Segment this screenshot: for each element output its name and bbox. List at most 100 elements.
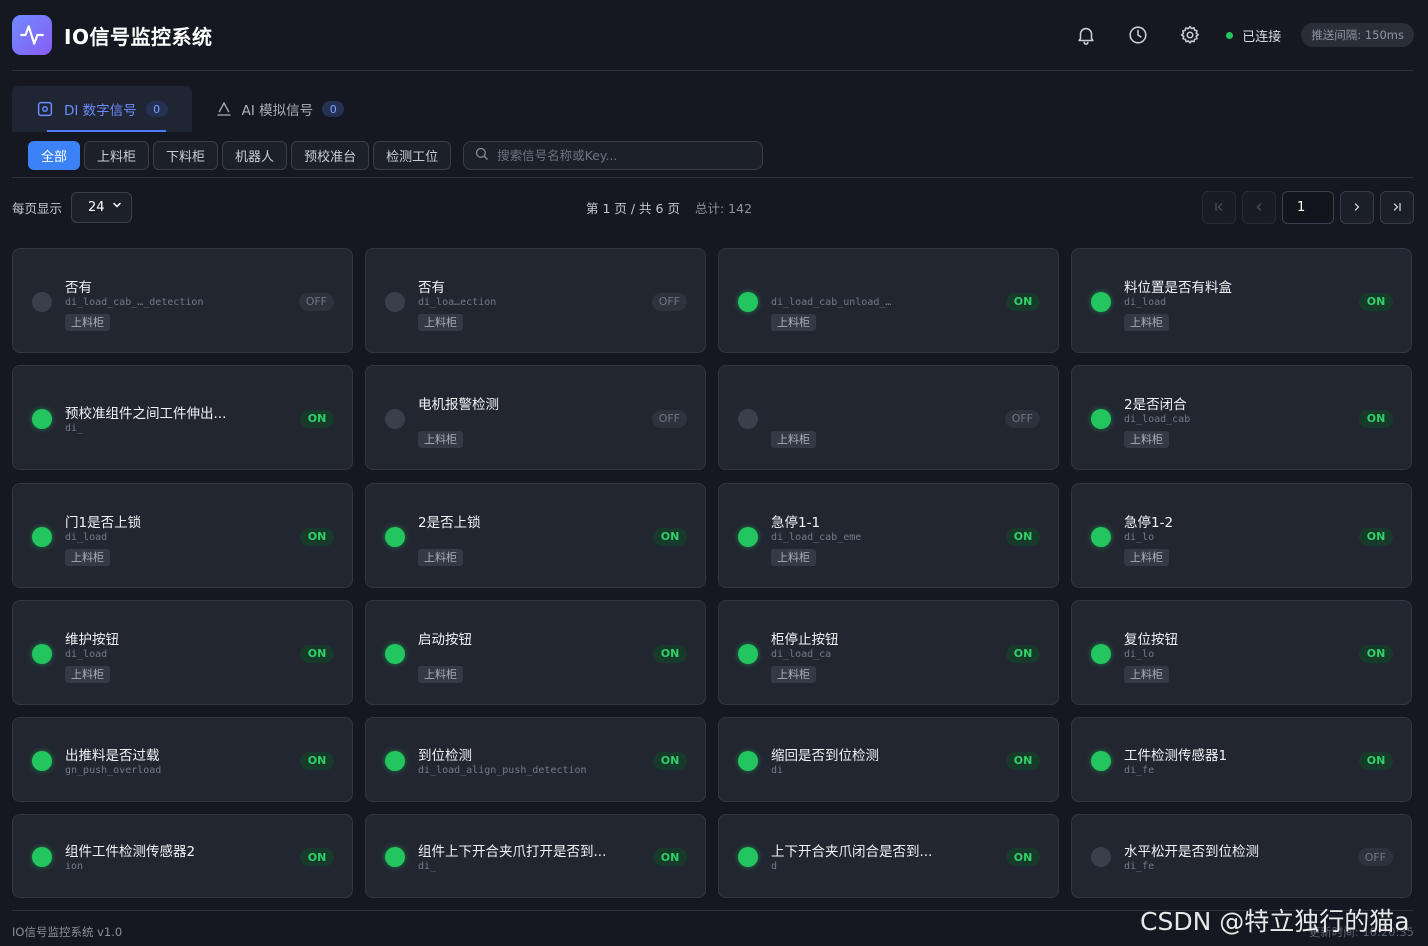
- first-page-icon: [1215, 202, 1223, 212]
- signal-card[interactable]: 急停1-2 di_lo 上料柜 ON: [1071, 483, 1412, 588]
- tab-ai-signals[interactable]: AI 模拟信号 0: [192, 86, 369, 132]
- signal-group-tag: 上料柜: [418, 548, 463, 566]
- version-label: IO信号监控系统 v1.0: [12, 925, 123, 939]
- signal-card[interactable]: 否有 di_loa…ection 上料柜 OFF: [365, 248, 706, 353]
- status-led-icon: [1091, 526, 1111, 547]
- search-box[interactable]: [463, 141, 764, 170]
- next-page-button[interactable]: [1340, 190, 1374, 224]
- signal-group-tag: 上料柜: [65, 548, 110, 566]
- page-number-input[interactable]: 1: [1282, 190, 1334, 224]
- signal-card[interactable]: 到位检测 di_load_align_push_detection ON: [365, 717, 706, 802]
- status-badge: ON: [1006, 751, 1040, 770]
- signal-card[interactable]: 组件上下开合夹爪打开是否到... di_ ON: [365, 814, 706, 898]
- signal-key: d: [771, 861, 778, 872]
- signal-card[interactable]: 预校准组件之间工件伸出... di_ ON: [12, 365, 353, 470]
- signal-group-tag: 上料柜: [771, 313, 816, 331]
- signal-key: di_fe: [1124, 861, 1155, 872]
- signal-name: 门1是否上锁: [65, 514, 142, 531]
- first-page-button[interactable]: [1202, 190, 1236, 224]
- status-badge: OFF: [1357, 848, 1393, 866]
- status-badge: ON: [653, 644, 687, 663]
- status-led-icon: [32, 847, 52, 867]
- status-badge: ON: [1006, 292, 1040, 311]
- signal-card[interactable]: 柜停止按钮 di_load_ca 上料柜 ON: [718, 600, 1059, 705]
- signal-name: 组件上下开合夹爪打开是否到...: [418, 844, 607, 860]
- signal-card[interactable]: 料位置是否有料盒 di_load 上料柜 ON: [1071, 248, 1412, 353]
- signal-group-tag: 上料柜: [418, 430, 463, 448]
- app-logo-icon: [12, 15, 52, 55]
- status-badge: ON: [1359, 292, 1393, 311]
- status-led-icon: [385, 408, 405, 429]
- signal-group-tag: 上料柜: [65, 313, 110, 331]
- tab-di-signals[interactable]: DI 数字信号 0: [12, 86, 192, 132]
- signal-card[interactable]: 出推料是否过载 gn_push_overload ON: [12, 717, 353, 802]
- app-title: IO信号监控系统: [64, 24, 213, 49]
- clock-icon[interactable]: [1126, 23, 1150, 47]
- status-led-icon: [738, 526, 758, 547]
- signal-group-tag: 上料柜: [771, 548, 816, 566]
- tab-label: DI 数字信号: [64, 103, 137, 119]
- signal-card[interactable]: 缩回是否到位检测 di ON: [718, 717, 1059, 802]
- signal-card[interactable]: 组件工件检测传感器2 ion ON: [12, 814, 353, 898]
- signal-name: 上下开合夹爪闭合是否到...: [771, 844, 933, 860]
- signal-card[interactable]: 上料柜 OFF: [718, 365, 1059, 470]
- signal-card[interactable]: 水平松开是否到位检测 di_fe OFF: [1071, 814, 1412, 898]
- status-led-icon: [738, 750, 758, 771]
- status-badge: ON: [653, 848, 687, 866]
- signal-card[interactable]: di_load_cab_unload_… 上料柜 ON: [718, 248, 1059, 353]
- filter-prealign-table[interactable]: 预校准台: [291, 141, 370, 170]
- status-led-icon: [1091, 847, 1111, 867]
- tab-count-badge: 0: [145, 101, 168, 117]
- filter-inspection-station[interactable]: 检测工位: [373, 141, 452, 170]
- header: IO信号监控系统 已连接 推送间隔: 150ms: [12, 0, 1414, 71]
- signal-card[interactable]: 维护按钮 di_load 上料柜 ON: [12, 600, 353, 705]
- signal-key: di_load_ca: [771, 648, 832, 660]
- signal-card[interactable]: 工件检测传感器1 di_fe ON: [1071, 717, 1412, 802]
- prev-page-button[interactable]: [1242, 190, 1276, 224]
- signal-card[interactable]: 2是否闭合 di_load_cab 上料柜 ON: [1071, 365, 1412, 470]
- signal-card[interactable]: 复位按钮 di_lo 上料柜 ON: [1071, 600, 1412, 705]
- connection-dot-icon: [1226, 31, 1234, 39]
- status-badge: ON: [300, 409, 334, 428]
- status-led-icon: [385, 643, 405, 664]
- per-page-select[interactable]: 24: [71, 191, 133, 223]
- signal-name: 出推料是否过载: [65, 747, 160, 764]
- signal-name: 柜停止按钮: [771, 631, 839, 648]
- signal-name: 组件工件检测传感器2: [65, 844, 196, 860]
- chip-icon: [36, 100, 54, 118]
- signal-card[interactable]: 否有 di_load_cab_…_detection 上料柜 OFF: [12, 248, 353, 353]
- signal-group-tag: 上料柜: [771, 665, 816, 683]
- pagination-bar: 每页显示 24 第 1 页 / 共 6 页 总计: 142 1: [12, 190, 1414, 224]
- signal-name: 料位置是否有料盒: [1124, 279, 1232, 296]
- search-icon: [474, 146, 489, 165]
- status-badge: ON: [300, 751, 334, 770]
- signal-card[interactable]: 门1是否上锁 di_load 上料柜 ON: [12, 483, 353, 588]
- status-led-icon: [738, 847, 758, 867]
- signal-card[interactable]: 上下开合夹爪闭合是否到... d ON: [718, 814, 1059, 898]
- signal-group-tag: 上料柜: [418, 665, 463, 683]
- gear-icon[interactable]: [1178, 23, 1202, 47]
- signal-key: di_: [418, 861, 437, 872]
- analog-icon: [216, 101, 232, 117]
- status-led-icon: [1091, 291, 1111, 312]
- signal-card[interactable]: 急停1-1 di_load_cab_eme 上料柜 ON: [718, 483, 1059, 588]
- filter-load-cabinet[interactable]: 上料柜: [84, 141, 150, 170]
- signal-group-tag: 上料柜: [65, 665, 110, 683]
- pager: 1: [1196, 190, 1414, 224]
- connection-label: 已连接: [1242, 29, 1282, 45]
- status-badge: OFF: [651, 292, 687, 311]
- signal-key: di_load_cab: [1124, 413, 1191, 425]
- signal-name: 急停1-1: [771, 514, 821, 531]
- signal-card[interactable]: 2是否上锁 上料柜 ON: [365, 483, 706, 588]
- bell-icon[interactable]: [1074, 23, 1098, 47]
- filter-all[interactable]: 全部: [28, 141, 81, 170]
- search-input[interactable]: [497, 148, 748, 163]
- filter-unload-cabinet[interactable]: 下料柜: [153, 141, 219, 170]
- status-badge: ON: [300, 527, 334, 546]
- filter-robot[interactable]: 机器人: [222, 141, 288, 170]
- signal-card[interactable]: 电机报警检测 上料柜 OFF: [365, 365, 706, 470]
- signal-card[interactable]: 启动按钮 上料柜 ON: [365, 600, 706, 705]
- status-badge: ON: [1359, 527, 1393, 546]
- last-page-button[interactable]: [1380, 190, 1414, 224]
- status-led-icon: [1091, 408, 1111, 429]
